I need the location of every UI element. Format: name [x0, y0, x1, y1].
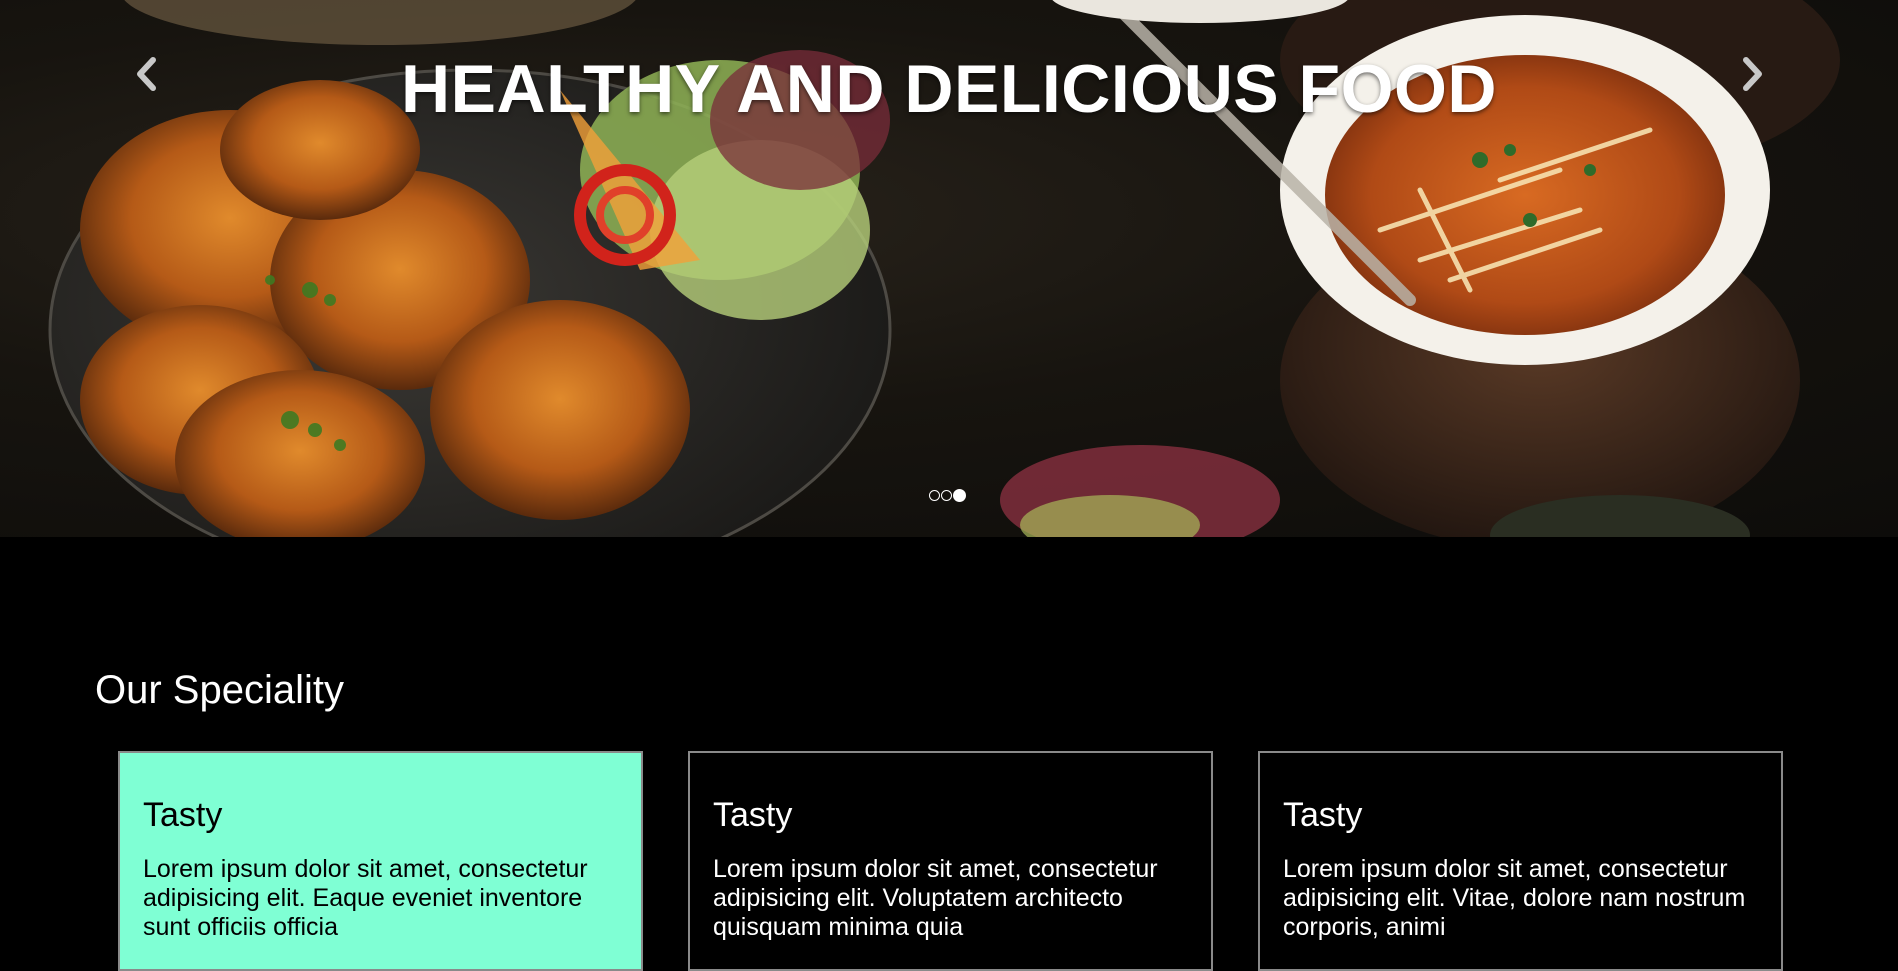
section-heading: Our Speciality: [95, 668, 344, 712]
carousel-prev-button[interactable]: [131, 54, 161, 94]
card-text: Lorem ipsum dolor sit amet, consectetur …: [1283, 855, 1746, 941]
carousel-indicators: [929, 489, 966, 502]
carousel-indicator-2[interactable]: [941, 490, 952, 501]
hero-title: HEALTHY AND DELICIOUS FOOD: [401, 50, 1497, 127]
card-title: Tasty: [143, 796, 223, 834]
speciality-card: Tasty Lorem ipsum dolor sit amet, consec…: [1258, 751, 1783, 971]
card-text: Lorem ipsum dolor sit amet, consectetur …: [143, 855, 588, 941]
speciality-card: Tasty Lorem ipsum dolor sit amet, consec…: [688, 751, 1213, 971]
chevron-left-icon: [137, 57, 156, 91]
carousel-indicator-1[interactable]: [929, 490, 940, 501]
card-title: Tasty: [1283, 796, 1363, 834]
carousel-next-button[interactable]: [1738, 54, 1768, 94]
hero-carousel: HEALTHY AND DELICIOUS FOOD: [0, 0, 1898, 537]
chevron-right-icon: [1743, 57, 1762, 91]
card-title: Tasty: [713, 796, 793, 834]
carousel-indicator-3[interactable]: [953, 489, 966, 502]
speciality-card: Tasty Lorem ipsum dolor sit amet, consec…: [118, 751, 643, 971]
card-text: Lorem ipsum dolor sit amet, consectetur …: [713, 855, 1158, 941]
